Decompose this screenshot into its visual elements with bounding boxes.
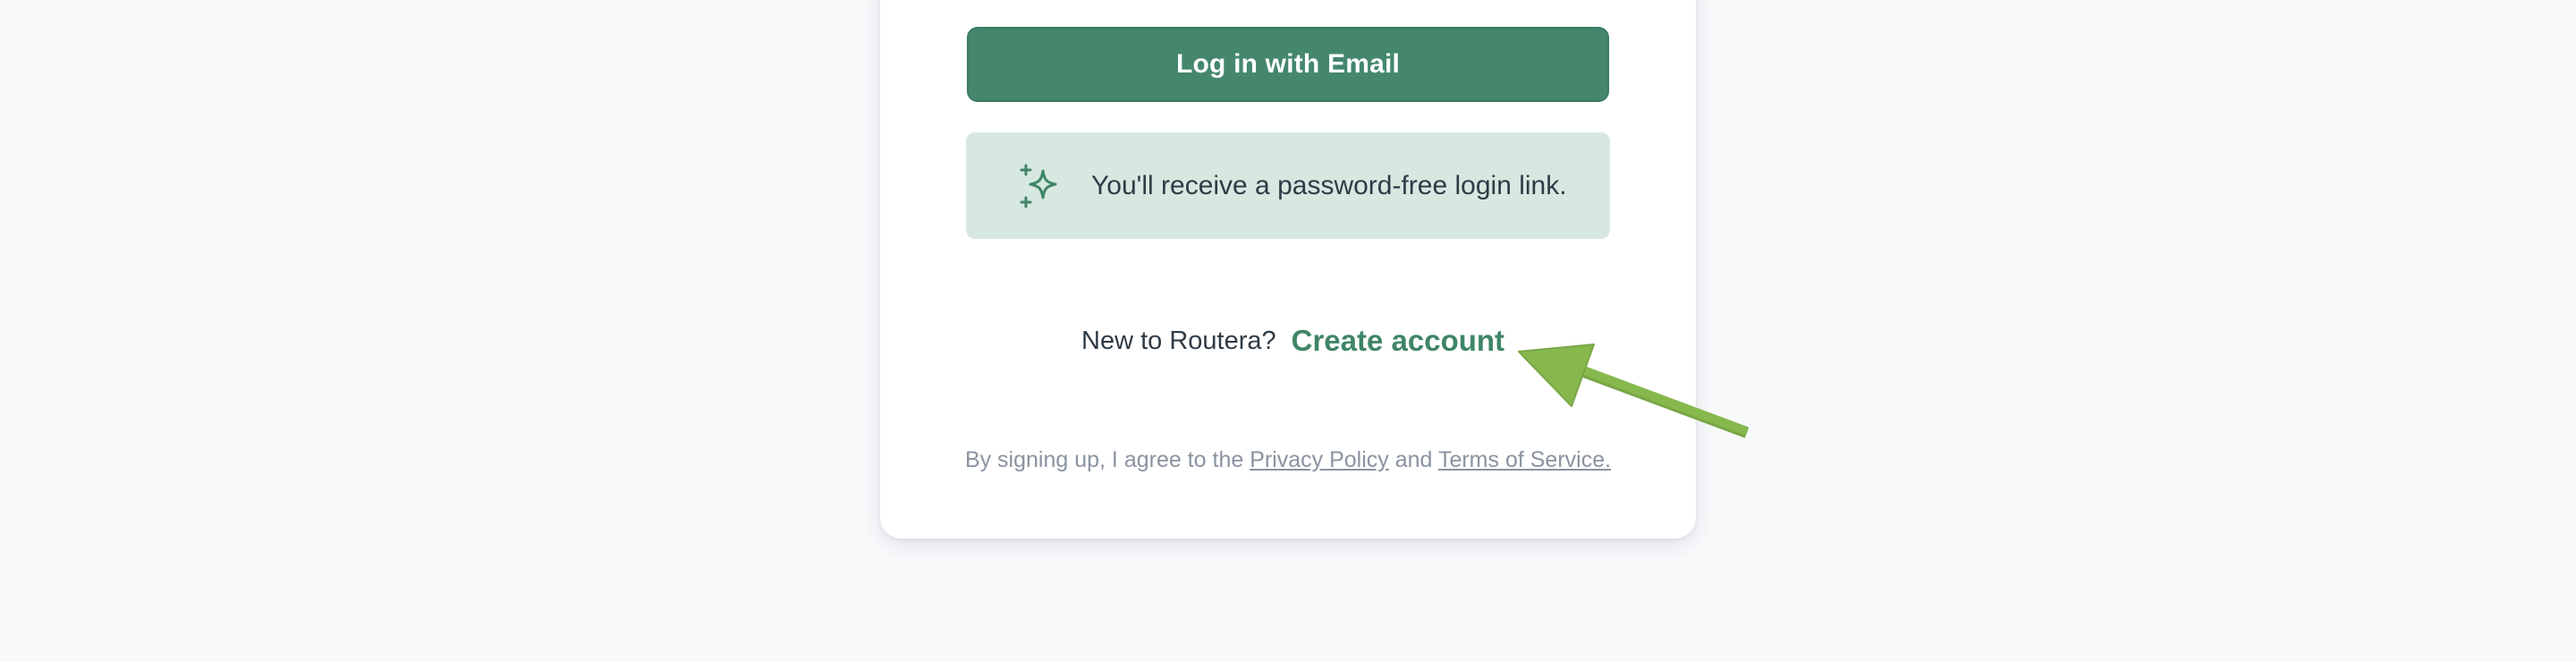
privacy-policy-link[interactable]: Privacy Policy bbox=[1250, 447, 1389, 472]
login-with-email-button[interactable]: Log in with Email bbox=[967, 27, 1609, 102]
page: Log in with Email You'll receive a passw… bbox=[0, 0, 2576, 662]
signup-row: New to Routera? Create account bbox=[1081, 318, 1504, 363]
terms-of-service-link[interactable]: Terms of Service. bbox=[1438, 447, 1611, 472]
terms-prefix: By signing up, I agree to the bbox=[964, 447, 1250, 472]
terms-conjunction: and bbox=[1388, 447, 1438, 472]
signup-prompt: New to Routera? bbox=[1081, 326, 1276, 355]
annotation-arrow-icon bbox=[1518, 344, 1750, 438]
sparkles-icon bbox=[1020, 164, 1057, 208]
create-account-link[interactable]: Create account bbox=[1292, 324, 1504, 358]
login-with-email-label: Log in with Email bbox=[1175, 49, 1401, 79]
terms-notice: By signing up, I agree to the Privacy Po… bbox=[961, 447, 1615, 473]
info-text: You'll receive a password-free login lin… bbox=[1091, 170, 1567, 200]
info-banner: You'll receive a password-free login lin… bbox=[966, 132, 1610, 239]
